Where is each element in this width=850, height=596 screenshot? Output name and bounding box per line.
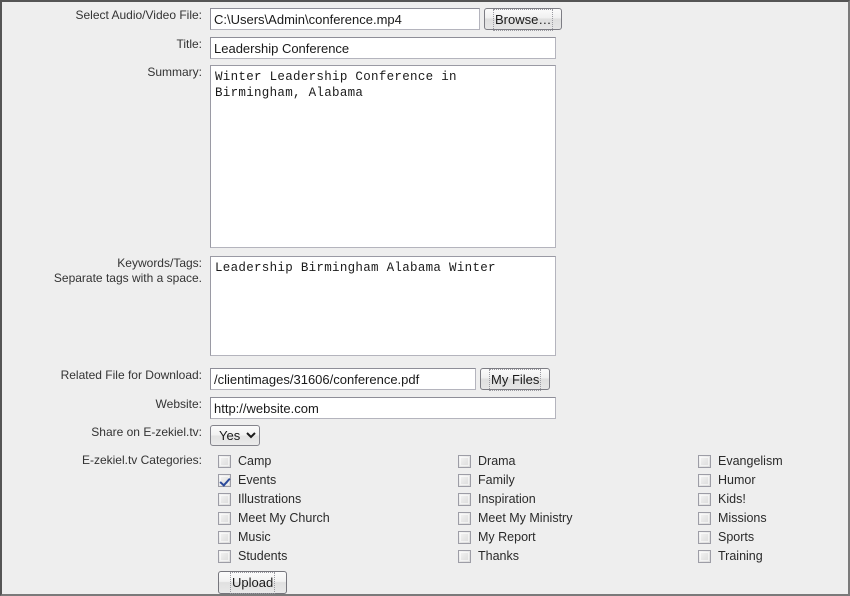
- category-label: Meet My Ministry: [478, 511, 573, 525]
- category-label: Students: [238, 549, 288, 563]
- field-row-related-file: Related File for Download: My Files: [2, 368, 551, 391]
- category-item[interactable]: Illustrations: [218, 490, 458, 509]
- checkbox-icon[interactable]: [458, 474, 471, 487]
- category-item[interactable]: Music: [218, 528, 458, 547]
- checkbox-checked-icon[interactable]: [218, 474, 231, 487]
- field-row-share-on-ezekiel-tv: Share on E-zekiel.tv: YesNo: [2, 425, 260, 446]
- category-label: Family: [478, 473, 515, 487]
- category-label: Sports: [718, 530, 755, 544]
- checkbox-icon[interactable]: [458, 531, 471, 544]
- label-share-on-ezekiel-tv: Share on E-zekiel.tv:: [91, 425, 202, 439]
- label-keywords-tags: Keywords/Tags: Separate tags with a spac…: [53, 256, 202, 285]
- label-ezekiel-tv-categories: E-zekiel.tv Categories:: [81, 453, 202, 467]
- keywords-textarea[interactable]: Leadership Birmingham Alabama Winter: [210, 256, 556, 356]
- audio-video-file-controls: Browse…: [210, 8, 563, 31]
- category-item[interactable]: Kids!: [698, 490, 848, 509]
- checkbox-icon[interactable]: [218, 493, 231, 506]
- title-controls: [210, 37, 556, 59]
- checkbox-icon[interactable]: [218, 512, 231, 525]
- category-label: Illustrations: [238, 492, 302, 506]
- checkbox-icon[interactable]: [698, 455, 711, 468]
- category-label: Music: [238, 530, 271, 544]
- related-file-controls: My Files: [210, 368, 551, 391]
- checkbox-icon[interactable]: [458, 550, 471, 563]
- category-column-2: Drama Family Inspiration Meet My Ministry My…: [458, 452, 698, 566]
- audio-video-file-input[interactable]: [210, 8, 480, 30]
- category-item[interactable]: Inspiration: [458, 490, 698, 509]
- keywords-controls: Leadership Birmingham Alabama Winter: [210, 256, 556, 356]
- category-column-1: Camp Events Illustrations Meet My Church Mus…: [218, 452, 458, 566]
- field-row-keywords-tags: Keywords/Tags: Separate tags with a spac…: [2, 256, 556, 356]
- category-label: Kids!: [718, 492, 746, 506]
- browse-button[interactable]: Browse…: [484, 8, 563, 31]
- label-select-audio-video-file: Select Audio/Video File:: [75, 8, 202, 22]
- share-on-ezekiel-tv-select[interactable]: YesNo: [210, 425, 260, 446]
- field-row-title: Title:: [2, 37, 556, 59]
- submit-area: Upload: [218, 571, 288, 594]
- category-label: My Report: [478, 530, 536, 544]
- label-website: Website:: [155, 397, 202, 411]
- category-item[interactable]: Family: [458, 471, 698, 490]
- my-files-button-label: My Files: [489, 369, 542, 391]
- field-row-summary: Summary: Winter Leadership Conference in…: [2, 65, 556, 248]
- category-item[interactable]: My Report: [458, 528, 698, 547]
- checkbox-icon[interactable]: [458, 512, 471, 525]
- category-item[interactable]: Meet My Church: [218, 509, 458, 528]
- share-controls: YesNo: [210, 425, 260, 446]
- category-label: Inspiration: [478, 492, 536, 506]
- upload-media-form-page: Select Audio/Video File: Browse… Title: …: [0, 0, 850, 596]
- category-item[interactable]: Events: [218, 471, 458, 490]
- checkbox-icon[interactable]: [458, 455, 471, 468]
- checkbox-icon[interactable]: [218, 531, 231, 544]
- upload-button[interactable]: Upload: [218, 571, 288, 594]
- category-label: Thanks: [478, 549, 519, 563]
- checkbox-icon[interactable]: [218, 550, 231, 563]
- checkbox-icon[interactable]: [698, 474, 711, 487]
- category-label: Missions: [718, 511, 767, 525]
- field-row-ezekiel-tv-categories: E-zekiel.tv Categories:: [2, 453, 210, 468]
- category-item[interactable]: Sports: [698, 528, 848, 547]
- ezekiel-tv-categories-group: Camp Events Illustrations Meet My Church Mus…: [218, 452, 848, 566]
- category-item[interactable]: Evangelism: [698, 452, 848, 471]
- checkbox-icon[interactable]: [218, 455, 231, 468]
- category-label: Humor: [718, 473, 756, 487]
- label-summary: Summary:: [147, 65, 202, 79]
- category-label: Drama: [478, 454, 516, 468]
- field-row-audio-video-file: Select Audio/Video File: Browse…: [2, 8, 563, 31]
- checkbox-icon[interactable]: [698, 550, 711, 563]
- summary-textarea[interactable]: Winter Leadership Conference in Birmingh…: [210, 65, 556, 248]
- summary-controls: Winter Leadership Conference in Birmingh…: [210, 65, 556, 248]
- label-related-file-for-download: Related File for Download:: [60, 368, 202, 382]
- category-item[interactable]: Missions: [698, 509, 848, 528]
- category-item[interactable]: Camp: [218, 452, 458, 471]
- category-item[interactable]: Training: [698, 547, 848, 566]
- field-row-website: Website:: [2, 397, 556, 419]
- label-title: Title:: [176, 37, 202, 51]
- category-label: Camp: [238, 454, 272, 468]
- category-item[interactable]: Humor: [698, 471, 848, 490]
- category-item[interactable]: Meet My Ministry: [458, 509, 698, 528]
- my-files-button[interactable]: My Files: [480, 368, 551, 391]
- category-item[interactable]: Students: [218, 547, 458, 566]
- checkbox-icon[interactable]: [458, 493, 471, 506]
- browse-button-label: Browse…: [493, 9, 554, 31]
- category-label: Training: [718, 549, 763, 563]
- category-column-3: Evangelism Humor Kids! Missions Sports Traini…: [698, 452, 848, 566]
- related-file-input[interactable]: [210, 368, 476, 390]
- checkbox-icon[interactable]: [698, 531, 711, 544]
- website-controls: [210, 397, 556, 419]
- category-label: Evangelism: [718, 454, 783, 468]
- checkbox-icon[interactable]: [698, 493, 711, 506]
- checkbox-icon[interactable]: [698, 512, 711, 525]
- category-item[interactable]: Drama: [458, 452, 698, 471]
- upload-button-label: Upload: [230, 572, 276, 594]
- title-input[interactable]: [210, 37, 556, 59]
- category-label: Meet My Church: [238, 511, 330, 525]
- website-input[interactable]: [210, 397, 556, 419]
- category-label: Events: [238, 473, 277, 487]
- category-item[interactable]: Thanks: [458, 547, 698, 566]
